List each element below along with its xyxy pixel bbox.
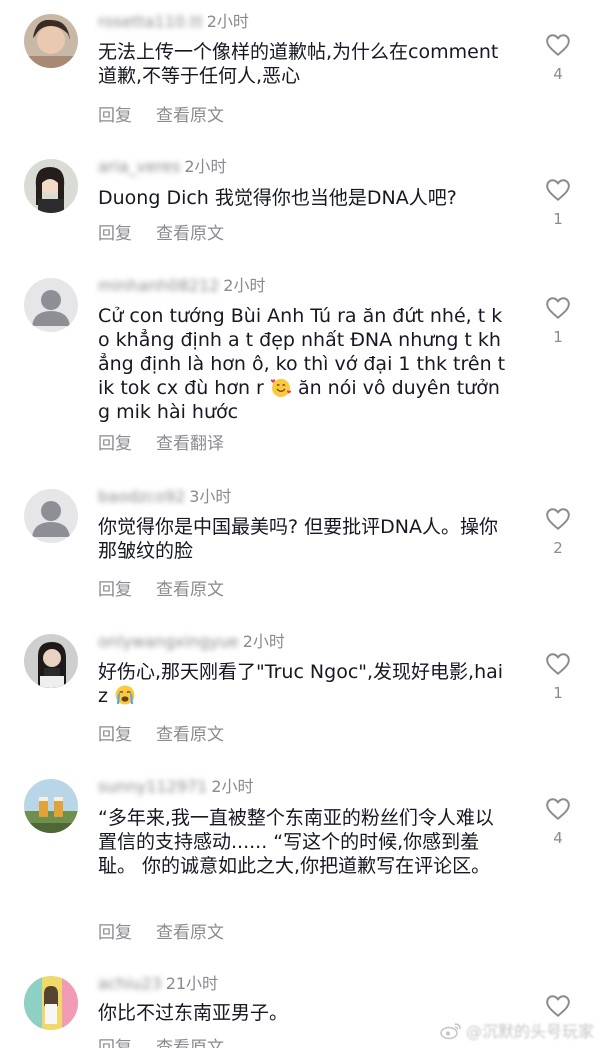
heart-icon xyxy=(546,508,570,530)
heart-icon xyxy=(546,995,570,1017)
reply-button[interactable]: 回复 xyxy=(98,918,132,943)
comment-meta: achiu23 21小时 xyxy=(98,970,219,993)
comment-time: 21小时 xyxy=(165,974,219,993)
comment-time: 2小时 xyxy=(242,632,285,651)
comment-actions: 回复 查看原文 xyxy=(98,101,248,126)
comment-text: 无法上传一个像样的道歉帖,为什么在comment道歉,不等于任何人,恶心 xyxy=(98,41,499,87)
comment-time: 3小时 xyxy=(189,487,232,506)
comment-text: 好伤心,那天刚看了"Truc Ngoc",发现好电影,haiz xyxy=(98,660,510,708)
comment-text: “多年来,我一直被整个东南亚的粉丝们令人难以置信的支持感动...... “写这个… xyxy=(98,807,494,877)
avatar[interactable] xyxy=(24,634,78,688)
smiling-face-with-hearts-emoji xyxy=(270,379,291,397)
heart-icon xyxy=(546,653,570,675)
comment-actions: 回复 查看原文 xyxy=(98,720,248,745)
comment-text: Duong Dich 我觉得你也当他是DNA人吧? xyxy=(98,187,457,209)
comment-meta: aria_veres 2小时 xyxy=(98,153,227,176)
reply-button[interactable]: 回复 xyxy=(98,219,132,244)
username[interactable]: onlywangxingyue xyxy=(98,632,239,651)
username[interactable]: minhanh08212 xyxy=(98,276,219,295)
like-count: 1 xyxy=(553,210,563,228)
view-original-button[interactable]: 查看原文 xyxy=(156,575,224,600)
comment-actions: 回复 查看原文 xyxy=(98,918,248,943)
watermark: @沉默的头号玩家 xyxy=(440,1018,594,1042)
avatar[interactable] xyxy=(24,779,78,833)
like-button[interactable]: 4 xyxy=(540,33,576,83)
like-button[interactable]: 1 xyxy=(540,652,576,702)
view-original-button[interactable]: 查看原文 xyxy=(156,720,224,745)
comment-text-part: 好伤心,那天刚看了"Truc Ngoc",发现好电影,haiz xyxy=(98,661,504,707)
like-count: 4 xyxy=(553,829,563,847)
view-translation-button[interactable]: 查看翻译 xyxy=(156,429,224,454)
comment-time: 2小时 xyxy=(206,12,249,31)
username[interactable]: aria_veres xyxy=(98,157,180,176)
comment-actions: 回复 查看翻译 xyxy=(98,429,248,454)
comment-actions: 回复 查看原文 xyxy=(98,219,248,244)
username[interactable]: achiu23 xyxy=(98,974,162,993)
weibo-logo-icon xyxy=(440,1023,461,1040)
like-button[interactable]: 1 xyxy=(540,296,576,346)
reply-button[interactable]: 回复 xyxy=(98,429,132,454)
like-count: 4 xyxy=(553,65,563,83)
comment-actions: 回复 查看原文 xyxy=(98,575,248,600)
avatar[interactable] xyxy=(24,489,78,543)
like-button[interactable]: 2 xyxy=(540,507,576,557)
comment-meta: minhanh08212 2小时 xyxy=(98,272,266,295)
like-count: 1 xyxy=(553,328,563,346)
avatar[interactable] xyxy=(24,14,78,68)
like-button[interactable]: 1 xyxy=(540,178,576,228)
loudly-crying-face-emoji xyxy=(115,685,135,705)
comment-meta: baodzco92 3小时 xyxy=(98,483,232,506)
like-count: 2 xyxy=(553,539,563,557)
heart-icon xyxy=(546,798,570,820)
avatar[interactable] xyxy=(24,278,78,332)
heart-icon xyxy=(546,34,570,56)
like-button[interactable] xyxy=(540,994,576,1018)
view-original-button[interactable]: 查看原文 xyxy=(156,219,224,244)
reply-button[interactable]: 回复 xyxy=(98,720,132,745)
heart-icon xyxy=(546,297,570,319)
view-original-button[interactable]: 查看原文 xyxy=(156,918,224,943)
like-button[interactable]: 4 xyxy=(540,797,576,847)
view-original-button[interactable]: 查看原文 xyxy=(156,1033,224,1048)
comment-actions: 回复 查看原文 xyxy=(98,1033,248,1048)
comment-meta: onlywangxingyue 2小时 xyxy=(98,628,285,651)
watermark-text: @沉默的头号玩家 xyxy=(466,1022,595,1041)
comment-time: 2小时 xyxy=(211,777,254,796)
comment-text: Cử con tướng Bùi Anh Tú ra ăn đứt nhé, t… xyxy=(98,304,510,424)
view-original-button[interactable]: 查看原文 xyxy=(156,101,224,126)
comment-meta: sunny112971 2小时 xyxy=(98,773,254,796)
username[interactable]: sunny112971 xyxy=(98,777,207,796)
reply-button[interactable]: 回复 xyxy=(98,101,132,126)
username[interactable]: baodzco92 xyxy=(98,487,185,506)
heart-icon xyxy=(546,179,570,201)
avatar[interactable] xyxy=(24,159,78,213)
like-count: 1 xyxy=(553,684,563,702)
reply-button[interactable]: 回复 xyxy=(98,575,132,600)
comment-time: 2小时 xyxy=(184,157,227,176)
comment-time: 2小时 xyxy=(223,276,266,295)
comment-text: 你觉得你是中国最美吗? 但要批评DNA人。操你那皱纹的脸 xyxy=(98,516,498,562)
avatar[interactable] xyxy=(24,976,78,1030)
reply-button[interactable]: 回复 xyxy=(98,1033,132,1048)
username[interactable]: rosetta110.tt xyxy=(98,12,203,31)
comment-meta: rosetta110.tt 2小时 xyxy=(98,8,249,31)
